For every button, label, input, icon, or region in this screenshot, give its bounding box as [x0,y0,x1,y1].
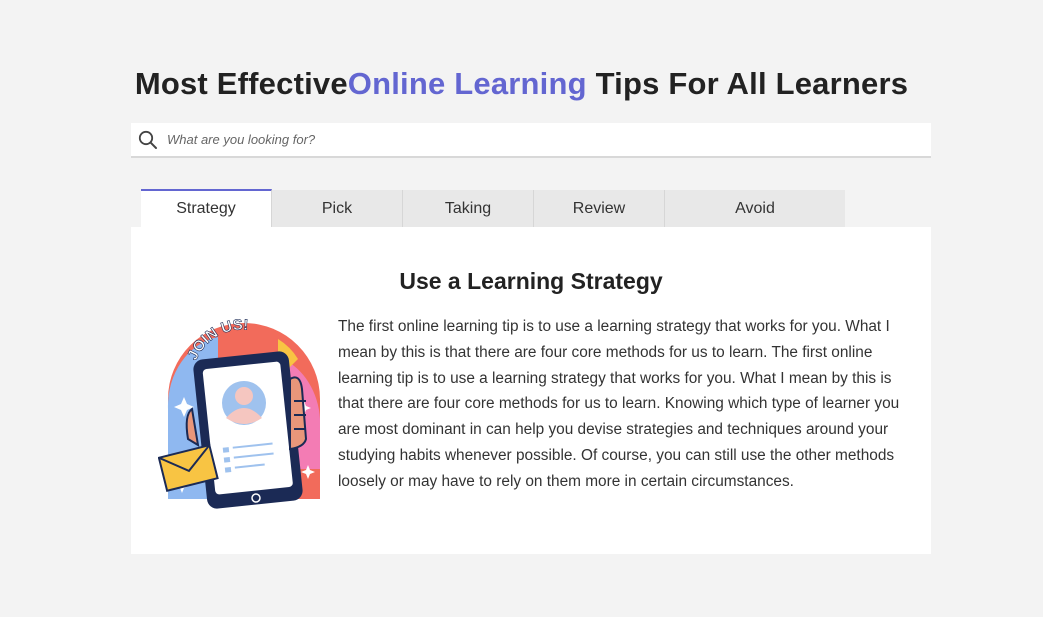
search-bar[interactable] [131,123,931,158]
tab-pick[interactable]: Pick [272,190,403,227]
title-prefix: Most Effective [134,66,348,101]
title-accent: Online Learning [347,66,587,101]
join-us-phone-illustration: JOIN US! [157,316,324,509]
tab-avoid[interactable]: Avoid [665,190,845,227]
page-title: Most EffectiveOnline Learning Tips For A… [0,64,1043,104]
tab-strategy[interactable]: Strategy [141,189,272,227]
tab-taking[interactable]: Taking [403,190,534,227]
section-body-text: The first online learning tip is to use … [338,318,900,490]
search-input[interactable] [167,132,907,147]
section-heading: Use a Learning Strategy [399,268,663,294]
tab-review[interactable]: Review [534,190,665,227]
tab-content-panel: Use a Learning Strategy JOIN US! The fir… [131,227,931,554]
title-suffix: Tips For All Learners [586,66,909,101]
search-icon [138,130,158,150]
tab-bar: Strategy Pick Taking Review Avoid [141,189,845,227]
